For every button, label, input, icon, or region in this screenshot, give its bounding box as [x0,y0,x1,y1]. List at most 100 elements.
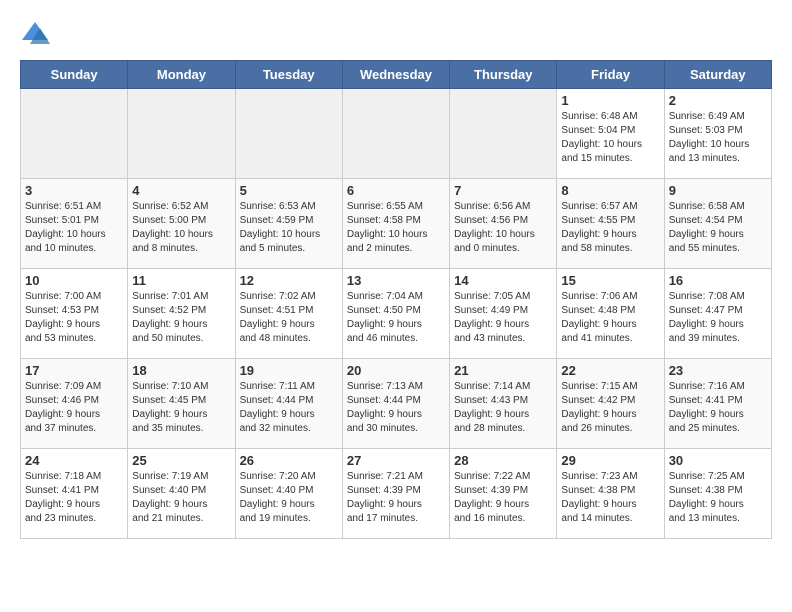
calendar-cell: 23Sunrise: 7:16 AMSunset: 4:41 PMDayligh… [664,359,771,449]
day-number: 1 [561,93,659,108]
day-number: 13 [347,273,445,288]
calendar-cell: 22Sunrise: 7:15 AMSunset: 4:42 PMDayligh… [557,359,664,449]
calendar-cell: 6Sunrise: 6:55 AMSunset: 4:58 PMDaylight… [342,179,449,269]
day-info: Sunrise: 7:01 AMSunset: 4:52 PMDaylight:… [132,290,230,346]
day-number: 17 [25,363,123,378]
calendar-cell: 19 Sunrise: 7:11 AMSunset: 4:44 PMDayligh… [235,359,342,449]
day-info: Sunrise: 6:48 AMSunset: 5:04 PMDaylight:… [561,110,659,166]
day-info: Sunrise: 7:21 AMSunset: 4:39 PMDaylight:… [347,470,445,526]
calendar-cell: 2Sunrise: 6:49 AMSunset: 5:03 PMDaylight… [664,89,771,179]
calendar-cell: 5 Sunrise: 6:53 AMSunset: 4:59 PMDaylight… [235,179,342,269]
day-number: 18 [132,363,230,378]
calendar-cell: 30 Sunrise: 7:25 AMSunset: 4:38 PMDayligh… [664,449,771,539]
day-info: Sunrise: 7:04 AMSunset: 4:50 PMDaylight:… [347,290,445,346]
day-info: Sunrise: 6:51 AMSunset: 5:01 PMDaylight:… [25,200,123,256]
day-number: 23 [669,363,767,378]
day-info: Sunrise: 7:08 AMSunset: 4:47 PMDaylight:… [669,290,767,346]
week-row-5: 24Sunrise: 7:18 AMSunset: 4:41 PMDayligh… [21,449,772,539]
calendar-cell: 18 Sunrise: 7:10 AMSunset: 4:45 PMDayligh… [128,359,235,449]
weekday-header-thursday: Thursday [450,61,557,89]
calendar-cell [342,89,449,179]
calendar-cell: 9 Sunrise: 6:58 AMSunset: 4:54 PMDaylight… [664,179,771,269]
calendar-cell [450,89,557,179]
day-number: 22 [561,363,659,378]
day-number: 9 [669,183,767,198]
page-header [20,20,772,50]
logo [20,20,54,50]
day-number: 27 [347,453,445,468]
calendar-cell: 26Sunrise: 7:20 AMSunset: 4:40 PMDayligh… [235,449,342,539]
day-info: Sunrise: 7:02 AMSunset: 4:51 PMDaylight:… [240,290,338,346]
calendar-cell: 27 Sunrise: 7:21 AMSunset: 4:39 PMDayligh… [342,449,449,539]
calendar-cell: 28Sunrise: 7:22 AMSunset: 4:39 PMDayligh… [450,449,557,539]
weekday-header-monday: Monday [128,61,235,89]
day-number: 24 [25,453,123,468]
day-number: 19 [240,363,338,378]
calendar-cell: 29 Sunrise: 7:23 AMSunset: 4:38 PMDayligh… [557,449,664,539]
day-info: Sunrise: 7:25 AMSunset: 4:38 PMDaylight:… [669,470,767,526]
day-info: Sunrise: 6:58 AMSunset: 4:54 PMDaylight:… [669,200,767,256]
calendar-cell: 24Sunrise: 7:18 AMSunset: 4:41 PMDayligh… [21,449,128,539]
calendar-cell: 11 Sunrise: 7:01 AMSunset: 4:52 PMDayligh… [128,269,235,359]
day-info: Sunrise: 6:53 AMSunset: 4:59 PMDaylight:… [240,200,338,256]
day-number: 29 [561,453,659,468]
calendar-cell: 4 Sunrise: 6:52 AMSunset: 5:00 PMDaylight… [128,179,235,269]
day-info: Sunrise: 7:11 AMSunset: 4:44 PMDaylight:… [240,380,338,436]
calendar-table: SundayMondayTuesdayWednesdayThursdayFrid… [20,60,772,539]
calendar-cell: 15 Sunrise: 7:06 AMSunset: 4:48 PMDayligh… [557,269,664,359]
day-number: 15 [561,273,659,288]
day-number: 30 [669,453,767,468]
day-number: 3 [25,183,123,198]
day-number: 11 [132,273,230,288]
calendar-cell: 17Sunrise: 7:09 AMSunset: 4:46 PMDayligh… [21,359,128,449]
week-row-4: 17Sunrise: 7:09 AMSunset: 4:46 PMDayligh… [21,359,772,449]
calendar-cell [128,89,235,179]
calendar-cell: 8 Sunrise: 6:57 AMSunset: 4:55 PMDaylight… [557,179,664,269]
week-row-3: 10 Sunrise: 7:00 AMSunset: 4:53 PMDayligh… [21,269,772,359]
week-row-2: 3 Sunrise: 6:51 AMSunset: 5:01 PMDaylight… [21,179,772,269]
day-number: 5 [240,183,338,198]
calendar-cell: 3 Sunrise: 6:51 AMSunset: 5:01 PMDaylight… [21,179,128,269]
weekday-header-friday: Friday [557,61,664,89]
calendar-cell: 13 Sunrise: 7:04 AMSunset: 4:50 PMDayligh… [342,269,449,359]
day-number: 8 [561,183,659,198]
calendar-cell: 25 Sunrise: 7:19 AMSunset: 4:40 PMDayligh… [128,449,235,539]
calendar-cell: 7Sunrise: 6:56 AMSunset: 4:56 PMDaylight… [450,179,557,269]
day-info: Sunrise: 7:23 AMSunset: 4:38 PMDaylight:… [561,470,659,526]
weekday-header-wednesday: Wednesday [342,61,449,89]
day-number: 16 [669,273,767,288]
day-info: Sunrise: 6:57 AMSunset: 4:55 PMDaylight:… [561,200,659,256]
day-info: Sunrise: 7:19 AMSunset: 4:40 PMDaylight:… [132,470,230,526]
week-row-1: 1 Sunrise: 6:48 AMSunset: 5:04 PMDaylight… [21,89,772,179]
day-info: Sunrise: 7:20 AMSunset: 4:40 PMDaylight:… [240,470,338,526]
calendar-cell: 14 Sunrise: 7:05 AMSunset: 4:49 PMDayligh… [450,269,557,359]
day-info: Sunrise: 7:05 AMSunset: 4:49 PMDaylight:… [454,290,552,346]
day-number: 12 [240,273,338,288]
day-info: Sunrise: 6:55 AMSunset: 4:58 PMDaylight:… [347,200,445,256]
day-info: Sunrise: 7:13 AMSunset: 4:44 PMDaylight:… [347,380,445,436]
day-info: Sunrise: 7:14 AMSunset: 4:43 PMDaylight:… [454,380,552,436]
day-number: 4 [132,183,230,198]
weekday-header-sunday: Sunday [21,61,128,89]
weekday-header-row: SundayMondayTuesdayWednesdayThursdayFrid… [21,61,772,89]
day-info: Sunrise: 6:52 AMSunset: 5:00 PMDaylight:… [132,200,230,256]
day-info: Sunrise: 7:00 AMSunset: 4:53 PMDaylight:… [25,290,123,346]
day-number: 25 [132,453,230,468]
calendar-cell: 16 Sunrise: 7:08 AMSunset: 4:47 PMDayligh… [664,269,771,359]
calendar-cell: 10 Sunrise: 7:00 AMSunset: 4:53 PMDayligh… [21,269,128,359]
weekday-header-tuesday: Tuesday [235,61,342,89]
day-number: 14 [454,273,552,288]
day-info: Sunrise: 6:56 AMSunset: 4:56 PMDaylight:… [454,200,552,256]
day-info: Sunrise: 6:49 AMSunset: 5:03 PMDaylight:… [669,110,767,166]
weekday-header-saturday: Saturday [664,61,771,89]
calendar-cell [21,89,128,179]
day-number: 21 [454,363,552,378]
calendar-cell: 1 Sunrise: 6:48 AMSunset: 5:04 PMDaylight… [557,89,664,179]
day-number: 10 [25,273,123,288]
calendar-cell [235,89,342,179]
calendar-cell: 21 Sunrise: 7:14 AMSunset: 4:43 PMDayligh… [450,359,557,449]
calendar-cell: 12 Sunrise: 7:02 AMSunset: 4:51 PMDayligh… [235,269,342,359]
day-info: Sunrise: 7:06 AMSunset: 4:48 PMDaylight:… [561,290,659,346]
logo-icon [20,20,50,50]
day-info: Sunrise: 7:10 AMSunset: 4:45 PMDaylight:… [132,380,230,436]
